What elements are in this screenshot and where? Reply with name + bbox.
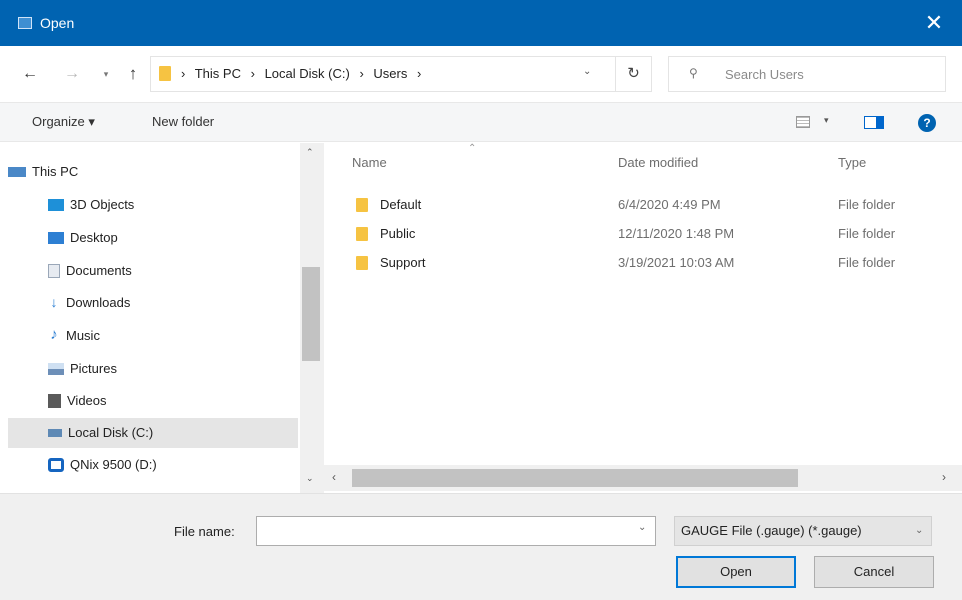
nav-item-label: Music	[66, 328, 100, 343]
search-icon: ⚲	[689, 66, 698, 80]
scroll-up-icon[interactable]: ⌃	[306, 147, 314, 158]
cancel-button[interactable]: Cancel	[814, 556, 934, 588]
command-toolbar: Organize ▾ New folder ▾ ?	[0, 102, 962, 142]
nav-item-music[interactable]: ♪ Music	[48, 321, 298, 351]
column-header-date-modified[interactable]: Date modified	[618, 155, 698, 170]
file-type: File folder	[838, 255, 896, 270]
refresh-button[interactable]: ↻	[616, 56, 652, 92]
open-button[interactable]: Open	[676, 556, 796, 588]
nav-item-documents[interactable]: Documents	[48, 256, 298, 286]
nav-item-label: Pictures	[70, 361, 117, 376]
new-folder-button[interactable]: New folder	[152, 114, 214, 129]
nav-item-downloads[interactable]: ↓ Downloads	[48, 288, 298, 318]
organize-button[interactable]: Organize ▾	[32, 114, 95, 130]
search-box[interactable]: ⚲ Search Users	[668, 56, 946, 92]
breadcrumb-separator[interactable]: ›	[181, 66, 185, 81]
help-icon[interactable]: ?	[918, 114, 936, 132]
breadcrumb-separator[interactable]: ›	[417, 66, 421, 81]
up-button[interactable]: ↑	[124, 62, 142, 86]
this-pc-icon	[8, 166, 26, 177]
file-row[interactable]: Support 3/19/2021 10:03 AM File folder	[324, 250, 962, 278]
file-type: File folder	[838, 197, 896, 212]
file-type-filter[interactable]: GAUGE File (.gauge) (*.gauge) ⌄	[674, 516, 932, 546]
forward-button[interactable]: →	[62, 62, 82, 86]
nav-item-this-pc[interactable]: This PC	[8, 157, 298, 187]
breadcrumb: › This PC › Local Disk (C:) › Users ›	[181, 66, 427, 81]
file-list: ⌃ Name Date modified Type Default 6/4/20…	[324, 143, 962, 493]
title-bar: Open ✕	[0, 0, 962, 46]
search-placeholder[interactable]: Search Users	[725, 67, 804, 82]
file-type-filter-value: GAUGE File (.gauge) (*.gauge)	[681, 523, 862, 538]
drive-d-icon	[48, 457, 64, 472]
sort-caret-icon: ⌃	[468, 143, 477, 154]
app-icon	[18, 17, 32, 29]
file-name: Support	[380, 255, 426, 270]
nav-item-label: Local Disk (C:)	[68, 425, 154, 440]
preview-pane-icon[interactable]	[864, 116, 884, 129]
folder-icon	[356, 227, 368, 241]
file-name-dropdown-icon[interactable]: ⌄	[638, 522, 646, 533]
file-date: 6/4/2020 4:49 PM	[618, 197, 721, 212]
recent-locations-button[interactable]: ▾	[100, 62, 112, 86]
column-header-name[interactable]: Name	[352, 155, 387, 170]
file-name-label: File name:	[174, 524, 235, 539]
back-button[interactable]: ←	[20, 62, 40, 86]
folder-icon	[159, 66, 171, 81]
view-options-icon[interactable]	[796, 116, 810, 128]
pictures-icon	[48, 362, 64, 375]
file-row[interactable]: Default 6/4/2020 4:49 PM File folder	[324, 192, 962, 220]
scrollbar-thumb[interactable]	[302, 267, 320, 361]
nav-item-label: Downloads	[66, 295, 131, 310]
navigation-pane: This PC 3D Objects Desktop Documents ↓ Do…	[0, 143, 300, 493]
nav-item-label: Videos	[67, 393, 107, 408]
scroll-right-icon[interactable]: ›	[942, 470, 946, 484]
column-header-type[interactable]: Type	[838, 155, 866, 170]
nav-item-local-disk[interactable]: Local Disk (C:)	[8, 418, 298, 448]
address-dropdown-icon[interactable]: ⌄	[583, 66, 591, 77]
file-name: Default	[380, 197, 422, 212]
navigation-scrollbar[interactable]: ⌃ ⌄	[300, 143, 324, 493]
videos-icon	[48, 393, 61, 408]
folder-icon	[356, 198, 368, 212]
chevron-down-icon: ⌄	[915, 525, 924, 536]
local-disk-icon	[48, 428, 62, 437]
nav-item-pictures[interactable]: Pictures	[48, 354, 298, 384]
folder-icon	[356, 256, 368, 270]
nav-item-label: This PC	[32, 164, 79, 179]
3d-objects-icon	[48, 198, 64, 211]
breadcrumb-this-pc[interactable]: This PC	[195, 66, 241, 81]
file-date: 3/19/2021 10:03 AM	[618, 255, 735, 270]
nav-item-videos[interactable]: Videos	[48, 386, 298, 416]
dialog-footer: File name: ⌄ GAUGE File (.gauge) (*.gaug…	[0, 493, 962, 600]
file-name: Public	[380, 226, 416, 241]
desktop-icon	[48, 231, 64, 244]
nav-item-3d-objects[interactable]: 3D Objects	[48, 190, 298, 220]
scrollbar-thumb[interactable]	[352, 469, 798, 487]
file-date: 12/11/2020 1:48 PM	[618, 226, 735, 241]
nav-item-label: 3D Objects	[70, 197, 135, 212]
view-dropdown-icon[interactable]: ▾	[824, 115, 829, 126]
nav-item-desktop[interactable]: Desktop	[48, 223, 298, 253]
nav-item-label: Desktop	[70, 230, 118, 245]
documents-icon	[48, 263, 60, 278]
address-bar[interactable]: › This PC › Local Disk (C:) › Users › ⌄	[150, 56, 616, 92]
file-list-horizontal-scrollbar[interactable]: ‹ ›	[324, 465, 962, 491]
window-title: Open	[40, 15, 75, 31]
breadcrumb-local-disk[interactable]: Local Disk (C:)	[265, 66, 350, 81]
nav-item-label: Documents	[66, 263, 132, 278]
music-icon: ♪	[50, 325, 58, 343]
scroll-left-icon[interactable]: ‹	[332, 470, 336, 484]
breadcrumb-separator[interactable]: ›	[251, 66, 255, 81]
downloads-icon: ↓	[50, 293, 58, 310]
address-toolbar: ← → ▾ ↑ › This PC › Local Disk (C:) › Us…	[0, 46, 962, 102]
scroll-down-icon[interactable]: ⌄	[306, 473, 314, 484]
nav-item-drive-d[interactable]: QNix 9500 (D:)	[48, 450, 298, 480]
file-name-input[interactable]	[256, 516, 656, 546]
breadcrumb-users[interactable]: Users	[373, 66, 407, 81]
close-button[interactable]: ✕	[912, 8, 956, 38]
breadcrumb-separator[interactable]: ›	[359, 66, 363, 81]
file-row[interactable]: Public 12/11/2020 1:48 PM File folder	[324, 221, 962, 249]
nav-item-label: QNix 9500 (D:)	[70, 457, 157, 472]
file-type: File folder	[838, 226, 896, 241]
